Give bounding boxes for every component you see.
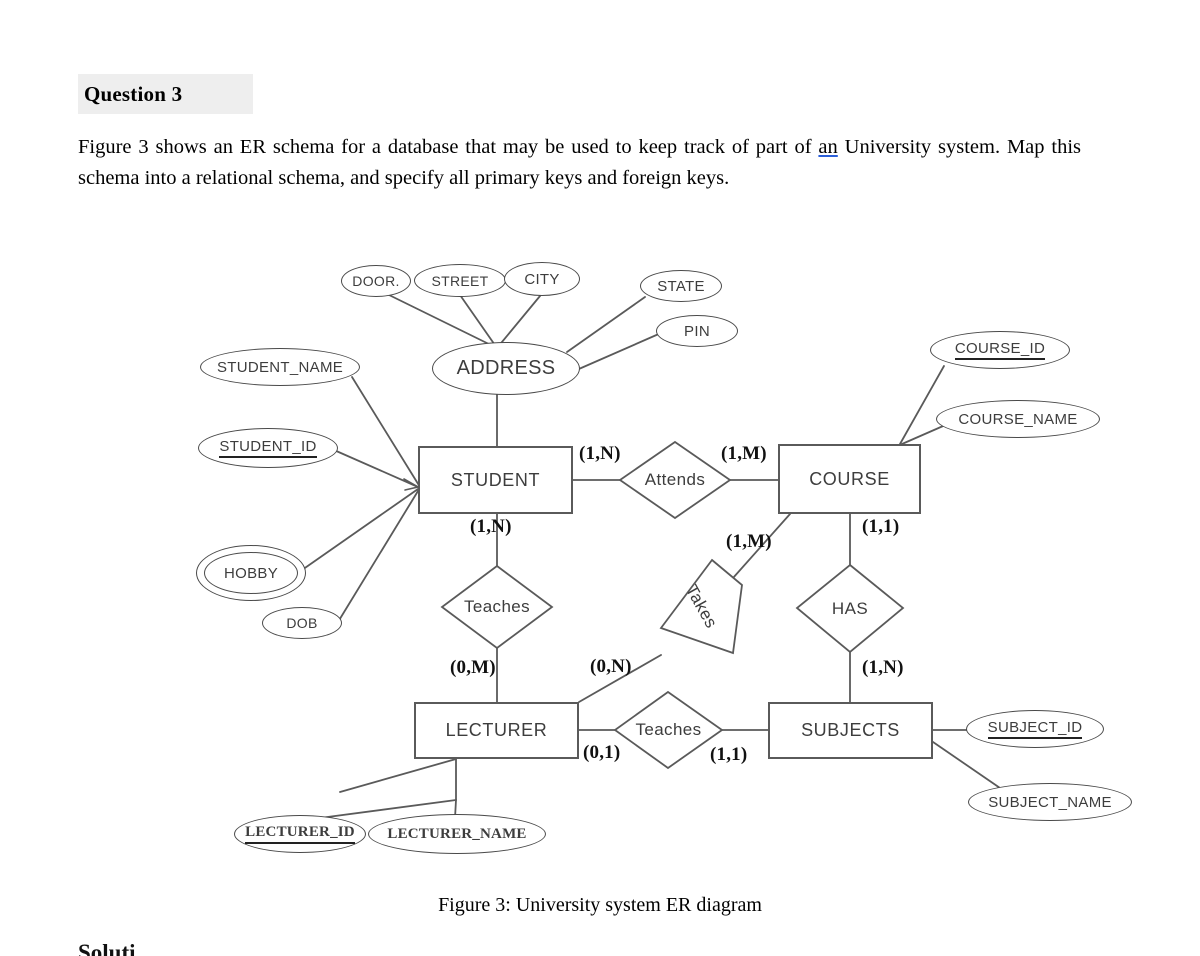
edge-courseid-course xyxy=(899,365,945,445)
attribute-course-name-label: COURSE_NAME xyxy=(958,410,1078,428)
attribute-dob-label: DOB xyxy=(286,615,318,631)
entity-subjects-label: SUBJECTS xyxy=(801,720,900,740)
attribute-pin[interactable]: PIN xyxy=(656,315,738,347)
cardinality-lecturer-teaches2: (0,1) xyxy=(583,742,621,763)
attribute-dob[interactable]: DOB xyxy=(262,607,342,639)
attribute-student-id-label: STUDENT_ID xyxy=(219,438,317,458)
attribute-city[interactable]: CITY xyxy=(504,262,580,296)
attribute-door-label: DOOR. xyxy=(352,273,400,289)
edge-studentid-student xyxy=(333,449,419,488)
question-body: Figure 3 shows an ER schema for a databa… xyxy=(78,132,1081,194)
attribute-address[interactable]: ADDRESS xyxy=(432,342,580,395)
attribute-hobby-label: HOBBY xyxy=(223,564,278,582)
attribute-course-id-label: COURSE_ID xyxy=(954,340,1046,360)
attribute-address-label: ADDRESS xyxy=(456,357,556,379)
edge-dob-student xyxy=(337,490,419,623)
attribute-lecturer-name[interactable]: LECTURER_NAME xyxy=(368,814,546,854)
edge-hobby-student xyxy=(301,488,419,571)
attribute-street-label: STREET xyxy=(431,272,489,289)
relationship-has-label: HAS xyxy=(831,598,869,618)
cardinality-student-teaches: (1,N) xyxy=(470,516,512,537)
attribute-pin-label: PIN xyxy=(684,322,710,340)
edge-door-address xyxy=(384,292,498,349)
attribute-hobby[interactable]: HOBBY xyxy=(204,552,298,594)
figure-caption: Figure 3: University system ER diagram xyxy=(438,894,762,916)
attribute-student-name-label: STUDENT_NAME xyxy=(216,358,344,376)
edge-street-address xyxy=(459,294,498,349)
entity-course[interactable]: COURSE xyxy=(778,444,921,514)
relationship-teaches-bottom[interactable]: Teaches xyxy=(615,692,722,768)
edge-lecturerid-lecturer xyxy=(339,758,457,793)
arrowhead-studentid xyxy=(403,478,419,491)
attribute-student-name[interactable]: STUDENT_NAME xyxy=(200,348,360,386)
entity-student-label: STUDENT xyxy=(450,469,541,490)
cardinality-lecturer-takes: (0,N) xyxy=(590,656,632,677)
cardinality-lecturer-teaches: (0,M) xyxy=(450,657,496,678)
cardinality-course-has: (1,1) xyxy=(862,516,900,537)
cardinality-student-attends: (1,N) xyxy=(579,443,621,464)
attribute-door[interactable]: DOOR. xyxy=(341,265,411,297)
page-title: Question 3 xyxy=(78,74,253,114)
attribute-city-label: CITY xyxy=(524,270,560,288)
attribute-state-label: STATE xyxy=(657,277,705,295)
edge-state-address xyxy=(566,296,646,353)
attribute-lecturer-name-label: LECTURER_NAME xyxy=(387,825,527,842)
attribute-subject-id-label: SUBJECT_ID xyxy=(987,719,1083,739)
edge-pin-address xyxy=(571,332,662,373)
question-text-underlined: an xyxy=(818,136,838,158)
edge-studentname-student xyxy=(351,376,421,488)
cardinality-subjects-has: (1,N) xyxy=(862,657,904,678)
entity-student[interactable]: STUDENT xyxy=(418,446,573,514)
entity-lecturer[interactable]: LECTURER xyxy=(414,702,579,759)
attribute-subject-name[interactable]: SUBJECT_NAME xyxy=(968,783,1132,821)
entity-lecturer-label: LECTURER xyxy=(445,720,548,740)
relationship-teaches-top[interactable]: Teaches xyxy=(442,566,552,648)
edge-subjects-subjectname xyxy=(932,741,1001,789)
question-title-text: Question 3 xyxy=(84,81,183,106)
attribute-student-id[interactable]: STUDENT_ID xyxy=(198,428,338,468)
relationship-takes-label: Takes xyxy=(682,581,722,632)
attribute-lecturer-id[interactable]: LECTURER_ID xyxy=(234,815,366,853)
attribute-lecturer-id-label: LECTURER_ID xyxy=(245,824,355,844)
relationship-takes[interactable]: Takes xyxy=(661,560,742,653)
relationship-teaches-top-label: Teaches xyxy=(463,597,531,616)
relationship-teaches-bottom-label: Teaches xyxy=(635,720,702,739)
next-section-partial-text: Soluti xyxy=(78,940,136,956)
question-text-part1: Figure 3 shows an ER schema for a databa… xyxy=(78,136,819,158)
relationship-attends-label: Attends xyxy=(644,470,706,489)
cardinality-course-attends: (1,M) xyxy=(721,443,767,464)
cardinality-course-takes: (1,M) xyxy=(726,531,772,552)
edge-city-address xyxy=(496,295,541,349)
relationship-attends[interactable]: Attends xyxy=(620,442,730,518)
relationship-has[interactable]: HAS xyxy=(797,565,903,652)
attribute-course-id[interactable]: COURSE_ID xyxy=(930,331,1070,369)
attribute-street[interactable]: STREET xyxy=(414,264,506,297)
cardinality-subjects-teaches2: (1,1) xyxy=(710,744,748,765)
attribute-subject-id[interactable]: SUBJECT_ID xyxy=(966,710,1104,748)
attribute-course-name[interactable]: COURSE_NAME xyxy=(936,400,1100,438)
attribute-subject-name-label: SUBJECT_NAME xyxy=(988,793,1112,811)
attribute-state[interactable]: STATE xyxy=(640,270,722,302)
entity-subjects[interactable]: SUBJECTS xyxy=(768,702,933,759)
page-root: Question 3 Figure 3 shows an ER schema f… xyxy=(0,0,1200,956)
entity-course-label: COURSE xyxy=(809,468,890,489)
